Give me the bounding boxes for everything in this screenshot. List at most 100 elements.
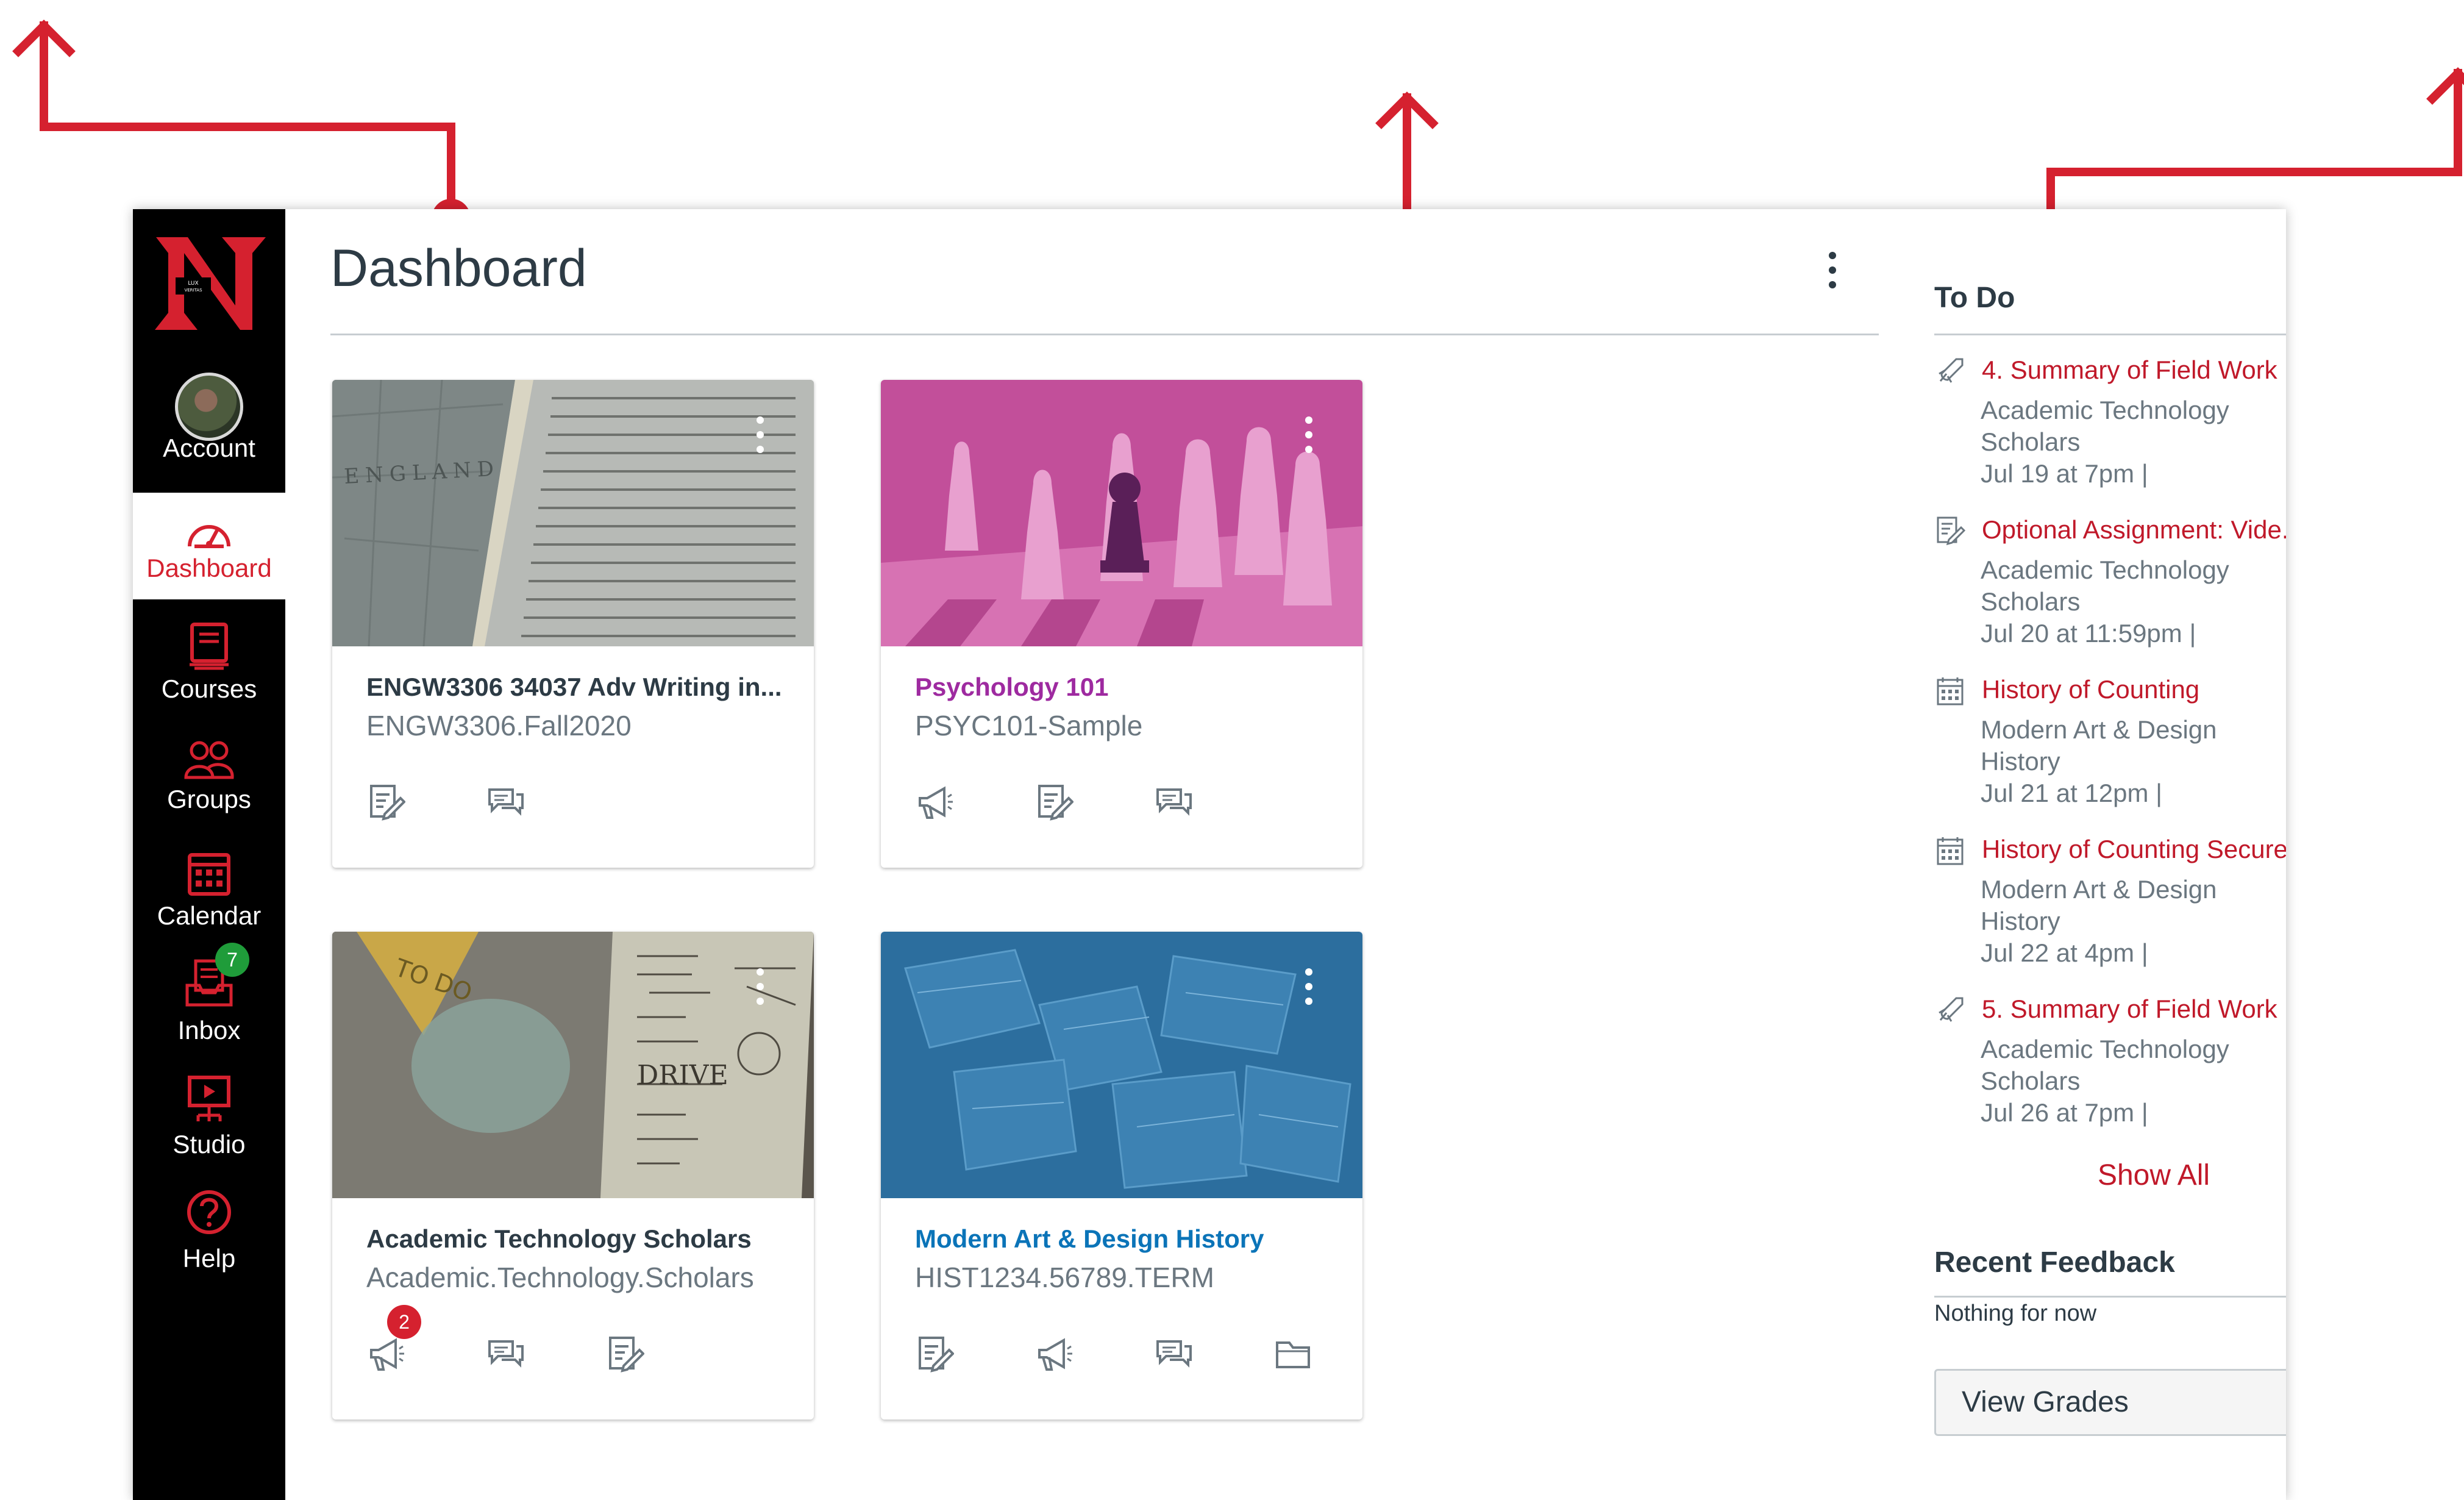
- canvas-lms-window: LUX VERITAS Account Dashboard Courses Gr…: [133, 209, 2286, 1500]
- title-divider: [330, 334, 1879, 335]
- right-sidebar: To Do 4. Summary of Field Work ... Acade…: [1840, 209, 2286, 1500]
- course-card[interactable]: TO DO DRIVE Academic Technology Scholars…: [332, 932, 814, 1420]
- chess-pieces-photo: [881, 380, 1362, 646]
- svg-text:VERITAS: VERITAS: [184, 288, 202, 293]
- svg-text:DRIVE: DRIVE: [637, 1060, 728, 1091]
- unread-announcements-badge: 2: [387, 1305, 421, 1339]
- discussions-icon[interactable]: [1154, 1334, 1193, 1373]
- laptop-and-notes-photo: TO DO DRIVE: [332, 932, 814, 1198]
- feedback-empty-text: Nothing for now: [1934, 1301, 2097, 1326]
- todo-course: Modern Art & Design History: [1981, 875, 2217, 935]
- quiz-rocket-icon: [1939, 358, 1964, 383]
- assignments-icon[interactable]: [366, 782, 405, 821]
- card-options-menu[interactable]: [1305, 968, 1314, 1012]
- global-navigation: LUX VERITAS Account Dashboard Courses Gr…: [133, 209, 285, 1500]
- book-and-map-photo: ENGLAND: [332, 380, 814, 646]
- course-card-name[interactable]: Academic Technology Scholars: [366, 1224, 752, 1254]
- calendar-event-icon: [1937, 677, 1964, 705]
- page-title: Dashboard: [330, 239, 587, 298]
- university-n-logo[interactable]: LUX VERITAS: [150, 232, 268, 333]
- course-card-code: HIST1234.56789.TERM: [915, 1262, 1214, 1293]
- nav-courses[interactable]: Courses: [133, 609, 285, 715]
- avatar: [175, 373, 243, 441]
- todo-heading: To Do: [1934, 282, 2015, 314]
- card-action-icons: [366, 782, 805, 831]
- nav-help[interactable]: Help: [133, 1176, 285, 1282]
- nav-studio-label: Studio: [173, 1130, 246, 1159]
- course-card-hero[interactable]: [881, 380, 1362, 646]
- discussions-icon[interactable]: [486, 782, 525, 821]
- files-folder-icon[interactable]: [1273, 1334, 1312, 1373]
- inbox-unread-badge: 7: [215, 943, 249, 977]
- todo-date: Jul 19 at 7pm |: [1981, 459, 2148, 488]
- todo-date: Jul 22 at 4pm |: [1981, 938, 2148, 967]
- todo-course: Academic Technology Scholars: [1981, 555, 2229, 616]
- todo-item: Optional Assignment: Vide... Academic Te…: [1934, 515, 2286, 675]
- todo-divider: [1934, 334, 2286, 335]
- assignments-icon[interactable]: [915, 1334, 954, 1373]
- todo-title-link[interactable]: 5. Summary of Field Work ...: [1982, 995, 2286, 1024]
- card-options-menu[interactable]: [757, 968, 765, 1012]
- nav-studio[interactable]: Studio: [133, 1063, 285, 1170]
- assignment-icon: [1937, 516, 1966, 546]
- feedback-divider: [1934, 1296, 2286, 1298]
- card-action-icons: 2: [366, 1305, 805, 1383]
- todo-item: 4. Summary of Field Work ... Academic Te…: [1934, 355, 2286, 515]
- dashboard-options-menu[interactable]: [1829, 252, 1837, 296]
- nav-calendar[interactable]: Calendar: [133, 834, 285, 941]
- course-card-hero[interactable]: ENGLAND: [332, 380, 814, 646]
- calendar-icon: [188, 853, 230, 896]
- nav-groups-label: Groups: [167, 785, 251, 813]
- todo-item: History of Counting Secure Modern Art & …: [1934, 835, 2286, 995]
- nav-calendar-label: Calendar: [157, 901, 262, 930]
- course-card-code: ENGW3306.Fall2020: [366, 710, 632, 741]
- announcements-icon[interactable]: [366, 1334, 405, 1373]
- course-card-name[interactable]: Modern Art & Design History: [915, 1224, 1264, 1254]
- course-card-hero[interactable]: [881, 932, 1362, 1198]
- assignments-icon[interactable]: [605, 1334, 644, 1373]
- course-card[interactable]: Psychology 101 PSYC101-Sample: [881, 380, 1362, 868]
- nav-dashboard[interactable]: Dashboard: [133, 493, 285, 599]
- help-question-icon: [187, 1190, 231, 1234]
- course-card-code: Academic.Technology.Scholars: [366, 1262, 754, 1293]
- nav-dashboard-label: Dashboard: [146, 554, 272, 582]
- todo-date: Jul 20 at 11:59pm |: [1981, 619, 2196, 648]
- nav-inbox-label: Inbox: [177, 1016, 241, 1045]
- assignments-icon[interactable]: [1034, 782, 1074, 821]
- groups-people-icon: [184, 741, 234, 779]
- nav-groups[interactable]: Groups: [133, 721, 285, 828]
- card-options-menu[interactable]: [757, 416, 765, 460]
- quiz-rocket-icon: [1939, 997, 1964, 1022]
- todo-title-link[interactable]: 4. Summary of Field Work ...: [1982, 355, 2286, 385]
- view-grades-button[interactable]: View Grades: [1934, 1369, 2286, 1436]
- announcements-icon[interactable]: [1034, 1334, 1074, 1373]
- discussions-icon[interactable]: [1154, 782, 1193, 821]
- todo-item: History of Counting Modern Art & Design …: [1934, 675, 2286, 835]
- courses-book-icon: [190, 623, 229, 670]
- course-card[interactable]: Modern Art & Design History HIST1234.567…: [881, 932, 1362, 1420]
- todo-course: Academic Technology Scholars: [1981, 396, 2229, 456]
- card-action-icons: [915, 1334, 1354, 1383]
- dashboard-gauge-icon: [188, 525, 230, 548]
- announcements-icon[interactable]: [915, 782, 954, 821]
- todo-item: 5. Summary of Field Work ... Academic Te…: [1934, 995, 2286, 1154]
- course-card-name[interactable]: Psychology 101: [915, 673, 1108, 702]
- todo-title-link[interactable]: History of Counting Secure: [1982, 835, 2286, 864]
- nav-account-label: Account: [163, 434, 255, 462]
- todo-title-link[interactable]: Optional Assignment: Vide...: [1982, 515, 2286, 545]
- course-card-code: PSYC101-Sample: [915, 710, 1143, 741]
- todo-date: Jul 26 at 7pm |: [1981, 1098, 2148, 1127]
- dashboard-main: Dashboard ENGLAND ENGW3306 34037 Adv Wri…: [285, 209, 1879, 1500]
- nav-inbox[interactable]: Inbox: [133, 950, 285, 1057]
- todo-title-link[interactable]: History of Counting: [1982, 675, 2199, 704]
- annotated-screenshot: LUX VERITAS Account Dashboard Courses Gr…: [0, 0, 2464, 1500]
- studio-icon: [188, 1076, 230, 1121]
- card-options-menu[interactable]: [1305, 416, 1314, 460]
- course-card-name[interactable]: ENGW3306 34037 Adv Writing in...: [366, 673, 782, 702]
- todo-course: Academic Technology Scholars: [1981, 1035, 2229, 1095]
- course-card-hero[interactable]: TO DO DRIVE: [332, 932, 814, 1198]
- discussions-icon[interactable]: [486, 1334, 525, 1373]
- show-all-todo-link[interactable]: Show All: [1934, 1159, 2286, 1192]
- course-card[interactable]: ENGLAND ENGW3306 34037 Adv Writing in...…: [332, 380, 814, 868]
- nav-account[interactable]: Account: [133, 355, 285, 462]
